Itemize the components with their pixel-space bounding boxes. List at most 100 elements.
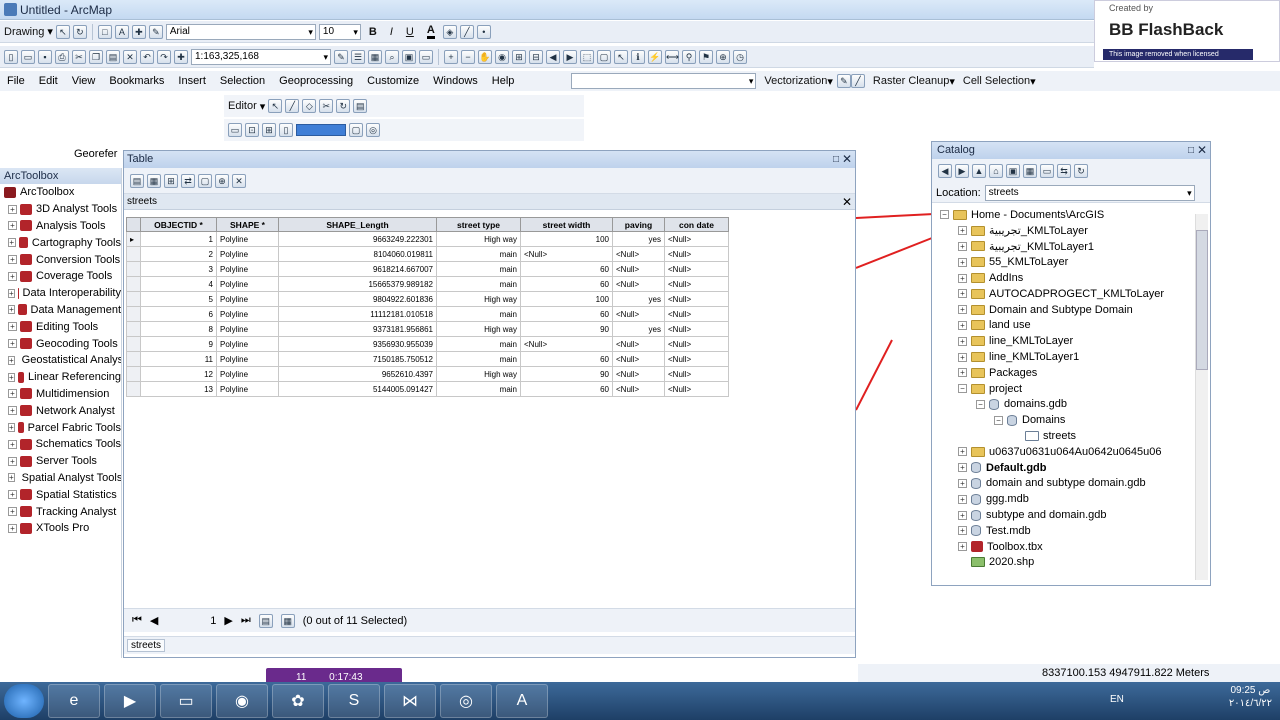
system-clock[interactable]: 09:25 ص ٢٠١٤/٦/٢٢ — [1229, 684, 1272, 710]
menu-view[interactable]: View — [65, 75, 103, 87]
toggle-contents-icon[interactable]: ⇆ — [1057, 164, 1071, 178]
hyperlink-icon[interactable]: ⚡ — [648, 49, 662, 64]
zoom-to-selected-icon[interactable]: ⊕ — [215, 173, 229, 188]
table-cell[interactable]: <Null> — [612, 261, 665, 277]
toolbox-item[interactable]: + Parcel Fabric Tools — [0, 419, 121, 436]
table-cell[interactable]: 60 — [520, 351, 613, 367]
catalog-item[interactable]: + AUTOCADPROGECT_KMLToLayer — [958, 286, 1164, 302]
catalog-maximize-icon[interactable]: □ — [1188, 142, 1194, 159]
row-selector[interactable] — [126, 291, 141, 307]
toolbox-item[interactable]: + Data Management — [0, 302, 121, 319]
scale-select[interactable]: 1:163,325,168 — [191, 48, 331, 65]
catalog-item[interactable]: + subtype and domain.gdb — [958, 507, 1106, 523]
scroll-thumb[interactable] — [1196, 230, 1208, 370]
up-one-level-icon[interactable]: ▲ — [972, 164, 986, 178]
column-header[interactable]: SHAPE * — [216, 217, 279, 232]
expand-icon[interactable]: − — [976, 399, 985, 409]
cell-selection-menu[interactable]: Cell Selection — [963, 75, 1030, 87]
table-cell[interactable]: 12 — [140, 366, 217, 382]
table-cell[interactable]: 5 — [140, 291, 217, 307]
table-row[interactable]: 9 Polyline 9356930.955039 main <Null> <Null> <… — [126, 336, 729, 352]
map-canvas[interactable] — [856, 200, 936, 420]
table-row[interactable]: 6 Polyline 11112181.010518 main 60 <Null> <Nul… — [126, 306, 729, 322]
new-icon[interactable]: ▯ — [4, 49, 18, 64]
table-cell[interactable]: 2 — [140, 246, 217, 262]
drawing-menu[interactable]: Drawing — [4, 26, 44, 38]
rotate-icon[interactable]: ↻ — [72, 24, 87, 39]
catalog-item[interactable]: − Home - Documents\ArcGIS — [940, 207, 1104, 223]
expand-icon[interactable]: + — [8, 271, 17, 281]
expand-icon[interactable]: + — [8, 339, 17, 349]
column-header[interactable]: paving — [612, 217, 665, 232]
cross-icon[interactable]: ✚ — [131, 24, 146, 39]
table-cell[interactable]: Polyline — [216, 381, 279, 397]
go-to-xy-icon[interactable]: ⊕ — [716, 49, 730, 64]
menu-customize[interactable]: Customize — [360, 75, 426, 87]
expand-icon[interactable]: + — [8, 372, 15, 382]
select-arrow-icon[interactable]: ↖ — [55, 24, 70, 39]
catalog-item[interactable]: + domain and subtype domain.gdb — [958, 476, 1146, 492]
zoom-100-icon[interactable]: ⊞ — [262, 123, 276, 137]
toolbox-item[interactable]: + Cartography Tools — [0, 234, 121, 251]
print-icon[interactable]: ⎙ — [55, 49, 69, 64]
row-selector[interactable] — [126, 366, 141, 382]
expand-icon[interactable]: + — [8, 439, 17, 449]
table-cell[interactable]: <Null> — [664, 351, 729, 367]
expand-icon[interactable]: + — [8, 423, 15, 433]
expand-icon[interactable]: + — [8, 305, 15, 315]
pan-icon[interactable]: ✋ — [478, 49, 492, 64]
table-cell[interactable]: <Null> — [664, 276, 729, 292]
catalog-item[interactable]: + line_KMLToLayer — [958, 333, 1073, 349]
language-indicator[interactable]: EN — [1110, 694, 1124, 705]
table-row[interactable]: 8 Polyline 9373181.956861 High way 90 yes <Nul… — [126, 321, 729, 337]
back-icon[interactable]: ◀ — [546, 49, 560, 64]
first-record-icon[interactable]: ⏮ — [132, 614, 142, 627]
expand-icon[interactable]: + — [958, 447, 967, 457]
table-cell[interactable]: Polyline — [216, 336, 279, 352]
table-cell[interactable]: Polyline — [216, 231, 279, 247]
row-selector[interactable] — [126, 246, 141, 262]
table-cell[interactable]: 9 — [140, 336, 217, 352]
maximize-icon[interactable]: □ — [833, 151, 839, 168]
table-cell[interactable]: 9618214.667007 — [278, 261, 437, 277]
toolbox-item[interactable]: + Linear Referencing — [0, 369, 121, 386]
add-data-icon[interactable]: ✚ — [174, 49, 188, 64]
catalog-scrollbar[interactable] — [1195, 214, 1208, 580]
catalog-item[interactable]: + AddIns — [958, 270, 1023, 286]
view-options-icon[interactable]: ▦ — [1023, 164, 1037, 178]
table-cell[interactable]: 60 — [520, 306, 613, 322]
table-cell[interactable]: 90 — [520, 366, 613, 382]
last-record-icon[interactable]: ⏭ — [241, 614, 251, 627]
table-cell[interactable]: <Null> — [664, 291, 729, 307]
row-selector[interactable] — [126, 276, 141, 292]
table-cell[interactable]: <Null> — [664, 366, 729, 382]
table-cell[interactable]: 60 — [520, 276, 613, 292]
font-size-select[interactable]: 10 — [318, 23, 361, 40]
expand-icon[interactable]: + — [958, 257, 967, 267]
table-cell[interactable]: 100 — [520, 291, 613, 307]
app-icon[interactable]: ✿ — [272, 684, 324, 718]
record-number[interactable]: 1 — [166, 615, 216, 627]
toolbox-item[interactable]: + Server Tools — [0, 453, 121, 470]
copy-icon[interactable]: ❐ — [89, 49, 103, 64]
expand-icon[interactable]: + — [958, 352, 967, 362]
column-header[interactable]: OBJECTID * — [140, 217, 217, 232]
catalog-item[interactable]: + line_KMLToLayer1 — [958, 349, 1079, 365]
vector-edit-icon[interactable]: ╱ — [850, 74, 865, 88]
undo-icon[interactable]: ↶ — [140, 49, 154, 64]
table-cell[interactable]: 8 — [140, 321, 217, 337]
menu-edit[interactable]: Edit — [32, 75, 65, 87]
skype-icon[interactable]: S — [328, 684, 380, 718]
split-icon[interactable]: ✂ — [319, 99, 334, 113]
toolbox-item[interactable]: + Geocoding Tools — [0, 335, 121, 352]
expand-icon[interactable]: + — [958, 478, 967, 488]
toolbox-item[interactable]: + Spatial Analyst Tools — [0, 470, 121, 487]
table-cell[interactable]: 60 — [520, 261, 613, 277]
expand-icon[interactable]: + — [8, 322, 17, 332]
column-header[interactable]: SHAPE_Length — [278, 217, 437, 232]
start-button[interactable] — [4, 684, 44, 718]
table-cell[interactable]: 15665379.989182 — [278, 276, 437, 292]
edit-tool-icon[interactable]: ↖ — [268, 99, 283, 113]
expand-icon[interactable]: − — [994, 415, 1003, 425]
table-cell[interactable]: <Null> — [664, 261, 729, 277]
